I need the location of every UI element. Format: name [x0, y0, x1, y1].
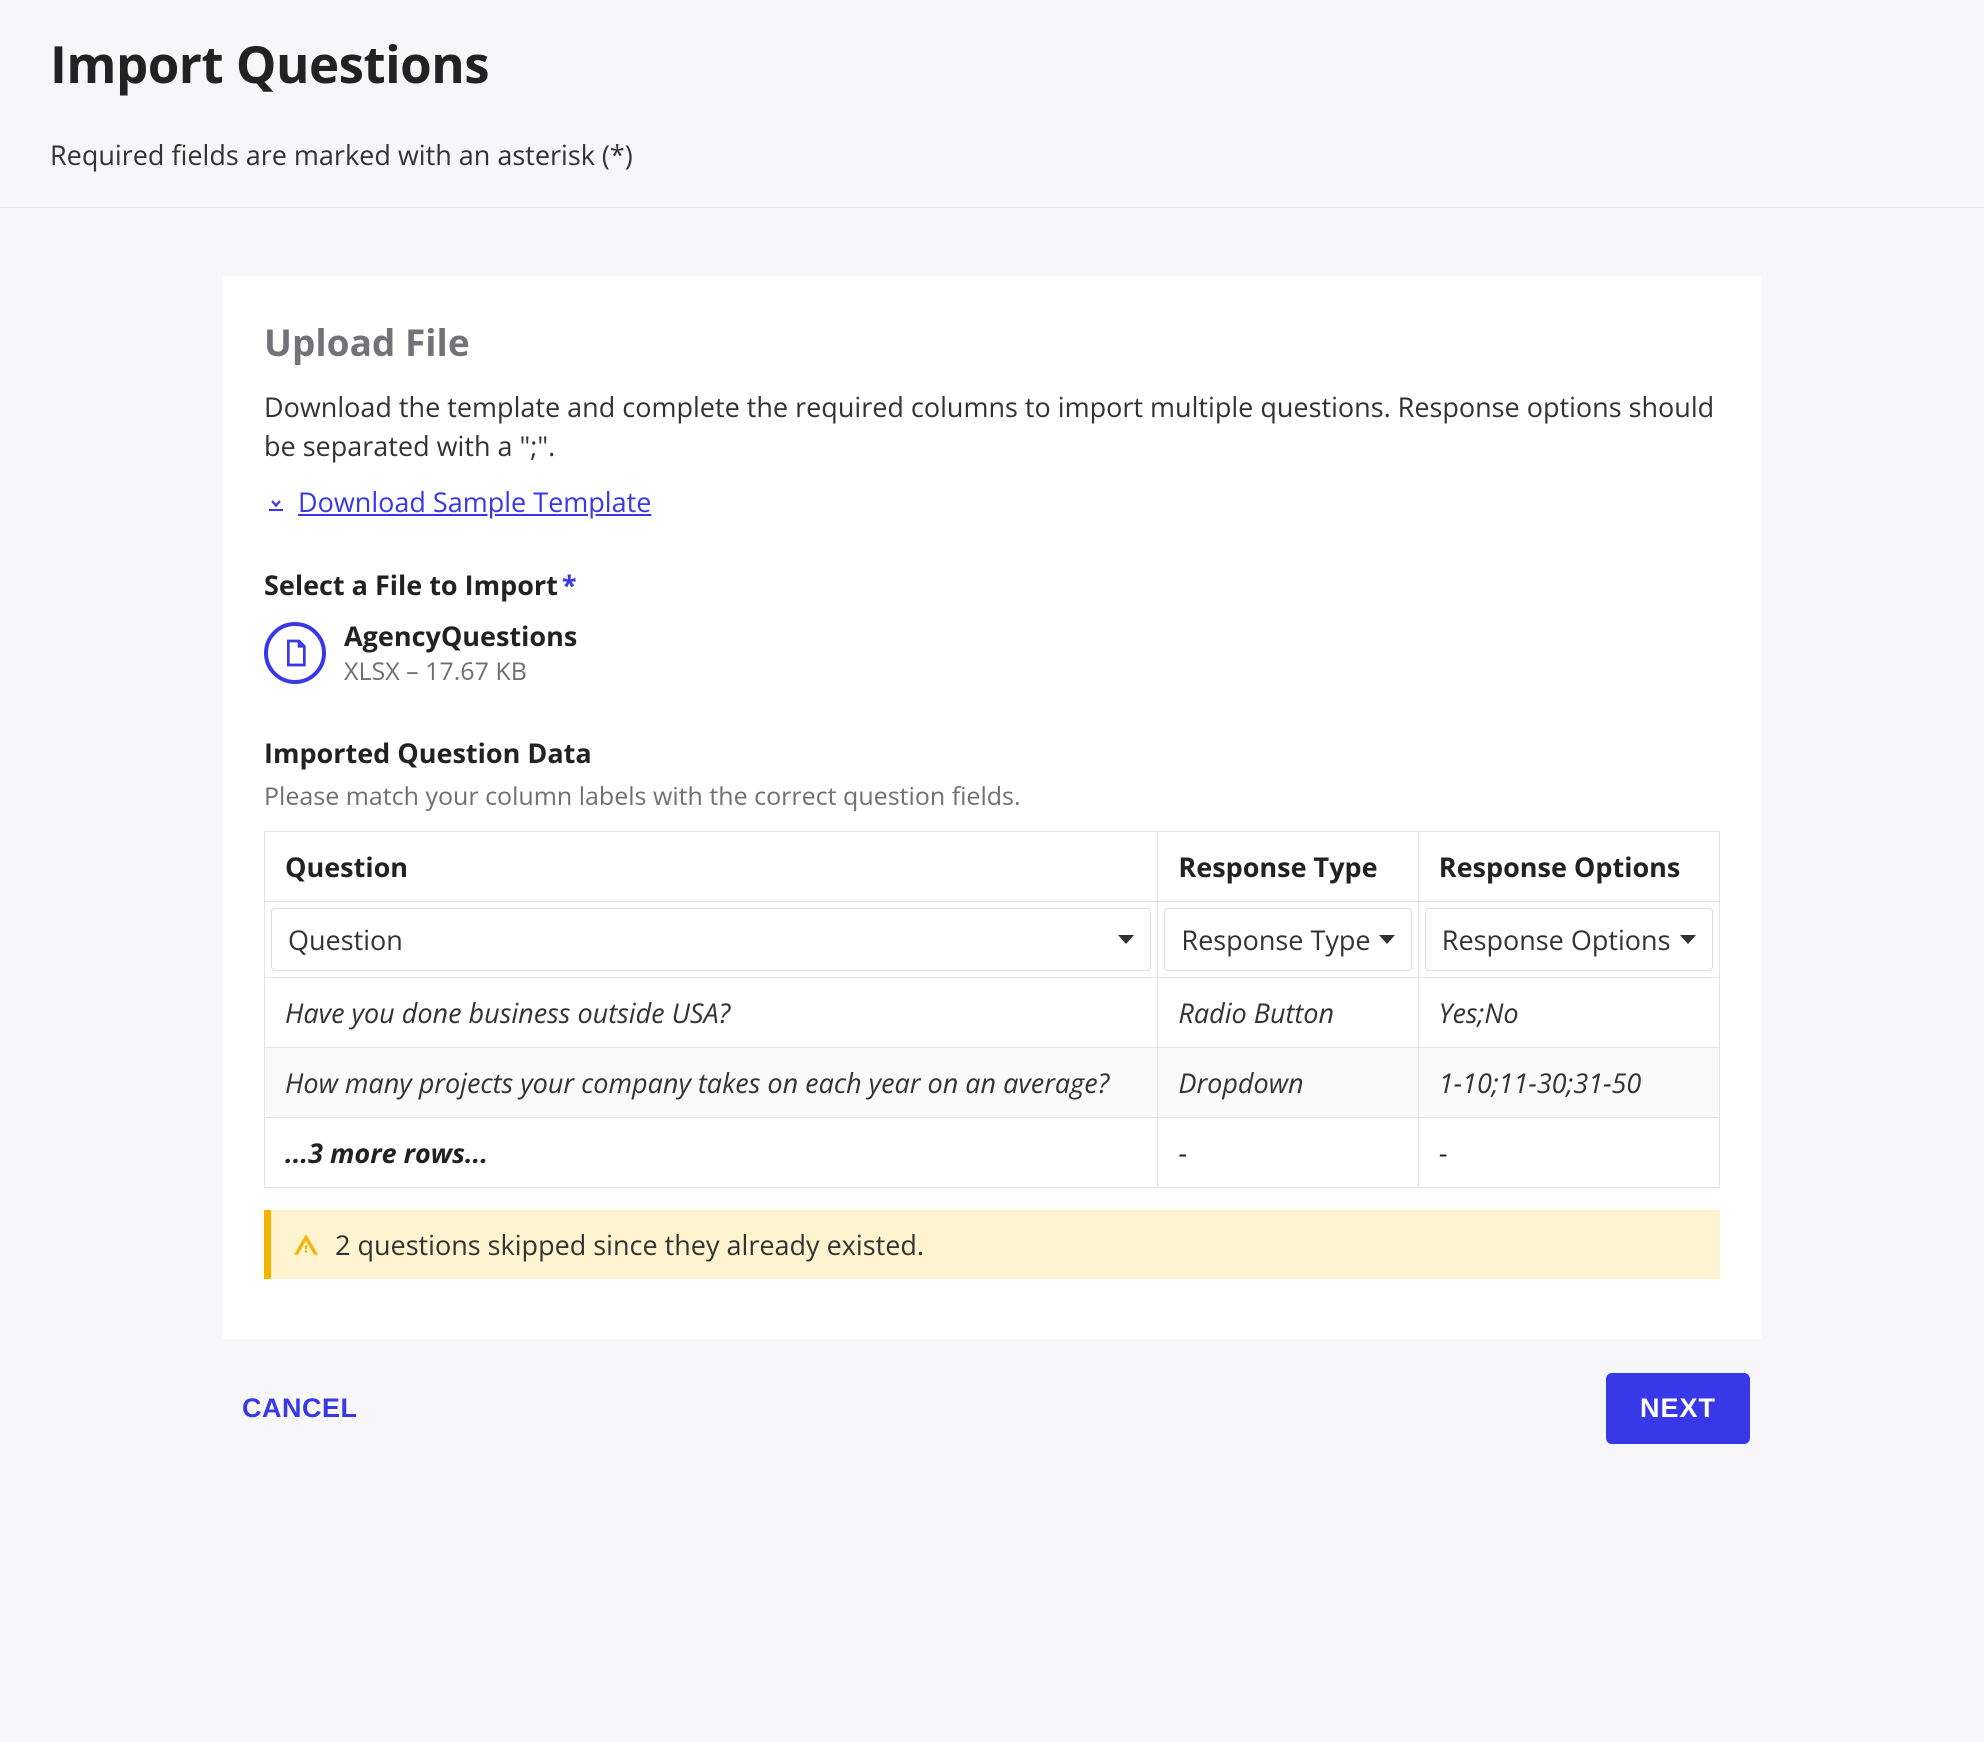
page-subtitle: Required fields are marked with an aster… — [50, 136, 1934, 173]
file-name: AgencyQuestions — [344, 617, 577, 654]
cancel-button[interactable]: CANCEL — [234, 1375, 366, 1442]
download-icon — [264, 490, 288, 514]
selected-file-row[interactable]: AgencyQuestions XLSX – 17.67 KB — [264, 617, 1720, 688]
upload-section-title: Upload File — [264, 316, 1720, 367]
table-row: How many projects your company takes on … — [265, 1048, 1720, 1118]
column-map-select-response-type[interactable]: Response Type — [1164, 908, 1411, 971]
select-file-label: Select a File to Import* — [264, 566, 1720, 603]
next-button[interactable]: NEXT — [1606, 1373, 1750, 1444]
footer-actions: CANCEL NEXT — [222, 1365, 1762, 1452]
download-link-label: Download Sample Template — [298, 483, 651, 520]
file-icon — [264, 622, 326, 684]
warning-icon — [293, 1232, 319, 1258]
imported-data-title: Imported Question Data — [264, 734, 1720, 771]
warning-alert: 2 questions skipped since they already e… — [264, 1210, 1720, 1279]
imported-data-table: Question Response Type Response Options … — [264, 831, 1720, 1188]
table-more-rows: ...3 more rows... - - — [265, 1118, 1720, 1188]
column-map-select-question[interactable]: Question — [271, 908, 1151, 971]
upload-card: Upload File Download the template and co… — [222, 276, 1762, 1339]
download-sample-template-link[interactable]: Download Sample Template — [264, 483, 651, 520]
col-header-response-options: Response Options — [1418, 832, 1719, 902]
page-header: Import Questions Required fields are mar… — [0, 0, 1984, 208]
col-header-question: Question — [265, 832, 1158, 902]
upload-description: Download the template and complete the r… — [264, 387, 1720, 465]
imported-data-subtitle: Please match your column labels with the… — [264, 779, 1720, 813]
table-row: Have you done business outside USA? Radi… — [265, 978, 1720, 1048]
chevron-down-icon — [1680, 935, 1696, 944]
file-meta: XLSX – 17.67 KB — [344, 654, 577, 688]
col-header-response-type: Response Type — [1158, 832, 1418, 902]
column-map-select-response-options[interactable]: Response Options — [1425, 908, 1713, 971]
chevron-down-icon — [1118, 935, 1134, 944]
chevron-down-icon — [1379, 935, 1395, 944]
required-asterisk: * — [562, 566, 577, 603]
page-title: Import Questions — [50, 28, 1934, 98]
warning-message: 2 questions skipped since they already e… — [335, 1226, 924, 1263]
